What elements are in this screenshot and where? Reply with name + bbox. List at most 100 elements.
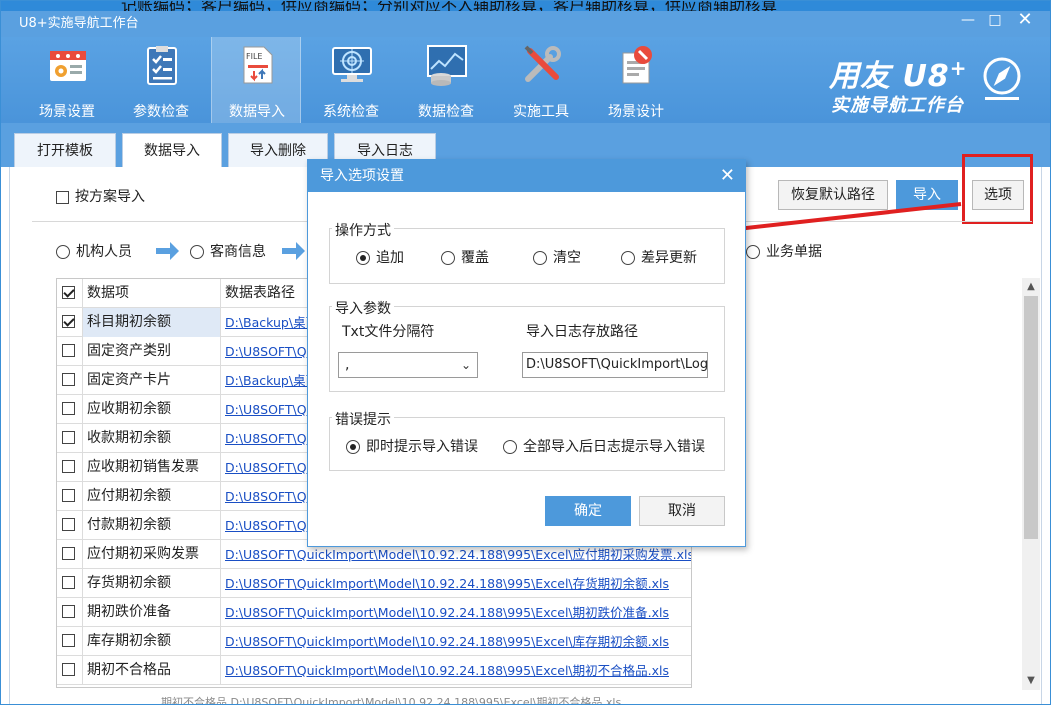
flow-step-business-documents[interactable]: 业务单据 [746, 241, 822, 261]
option-diff-update[interactable]: 差异更新 [621, 247, 697, 267]
cancel-button[interactable]: 取消 [639, 496, 725, 526]
radio-button[interactable] [356, 251, 370, 265]
header-checkbox-cell[interactable] [57, 279, 83, 308]
row-checkbox[interactable] [62, 460, 75, 473]
row-checkbox-cell[interactable] [57, 627, 83, 656]
option-log-error-after-import[interactable]: 全部导入后日志提示导入错误 [503, 436, 705, 456]
file-import-icon: FILE [243, 46, 273, 84]
scrollbar-thumb[interactable] [1024, 296, 1038, 539]
radio-button[interactable] [746, 245, 760, 259]
checkbox-box[interactable] [56, 190, 69, 204]
radio-button[interactable] [503, 440, 517, 454]
table-row[interactable]: 期初跌价准备 D:\U8SOFT\QuickImport\Model\10.92.… [57, 598, 691, 627]
toolbar-label: 场景设计 [608, 104, 664, 120]
restore-default-path-button[interactable]: 恢复默认路径 [778, 180, 888, 210]
ok-button[interactable]: 确定 [545, 496, 631, 526]
row-checkbox[interactable] [62, 576, 75, 589]
row-checkbox[interactable] [62, 344, 75, 357]
chevron-down-icon[interactable]: ⌄ [461, 353, 471, 377]
toolbar-data-check[interactable]: 数据检查 [401, 37, 491, 123]
data-item-name: 付款期初余额 [83, 511, 221, 540]
table-row[interactable]: 库存期初余额 D:\U8SOFT\QuickImport\Model\10.92.… [57, 627, 691, 656]
toolbar-scene-design[interactable]: 场景设计 [591, 37, 681, 123]
group-title: 错误提示 [332, 409, 394, 429]
row-checkbox-cell[interactable] [57, 656, 83, 685]
data-table-path-link[interactable]: D:\U8SOFT\QuickImport\Model\10.92.24.188… [221, 656, 691, 685]
row-checkbox-cell[interactable] [57, 482, 83, 511]
maximize-button[interactable]: □ [984, 9, 1006, 31]
toolbar-data-import[interactable]: FILE 数据导入 [211, 37, 301, 123]
radio-button[interactable] [621, 251, 635, 265]
design-tag-icon [622, 46, 652, 84]
compass-icon [983, 57, 1021, 100]
tab-data-import[interactable]: 数据导入 [122, 133, 222, 168]
row-checkbox-cell[interactable] [57, 540, 83, 569]
scroll-up-icon[interactable]: ▲ [1022, 278, 1040, 296]
scroll-down-icon[interactable]: ▼ [1022, 672, 1040, 690]
row-checkbox-cell[interactable] [57, 337, 83, 366]
svg-text:FILE: FILE [246, 52, 262, 61]
row-checkbox[interactable] [62, 547, 75, 560]
radio-button[interactable] [441, 251, 455, 265]
scene-settings-icon [50, 51, 86, 81]
row-checkbox[interactable] [62, 489, 75, 502]
data-item-name: 应收期初销售发票 [83, 453, 221, 482]
vertical-scrollbar[interactable]: ▲ ▼ [1022, 278, 1040, 690]
data-table-path-link[interactable]: D:\U8SOFT\QuickImport\Model\10.92.24.188… [221, 627, 691, 656]
option-label: 即时提示导入错误 [366, 439, 478, 455]
row-checkbox-cell[interactable] [57, 366, 83, 395]
row-checkbox-cell[interactable] [57, 395, 83, 424]
log-path-input[interactable]: D:\U8SOFT\QuickImport\Log [522, 352, 708, 378]
row-checkbox-cell[interactable] [57, 511, 83, 540]
data-table-path-link[interactable]: D:\U8SOFT\QuickImport\Model\10.92.24.188… [221, 569, 691, 598]
flow-step-customer-vendor[interactable]: 客商信息 [190, 241, 266, 261]
close-icon[interactable]: ✕ [720, 160, 735, 192]
option-clear[interactable]: 清空 [533, 247, 581, 267]
row-checkbox[interactable] [62, 402, 75, 415]
row-checkbox[interactable] [62, 663, 75, 676]
row-checkbox[interactable] [62, 518, 75, 531]
table-row[interactable]: 存货期初余额 D:\U8SOFT\QuickImport\Model\10.92.… [57, 569, 691, 598]
toolbar-scene-settings[interactable]: 场景设置 [22, 37, 112, 123]
row-checkbox[interactable] [62, 605, 75, 618]
row-checkbox[interactable] [62, 431, 75, 444]
brand-name: 用友 U8+ [829, 56, 968, 94]
option-instant-error[interactable]: 即时提示导入错误 [346, 436, 478, 456]
tab-open-template[interactable]: 打开模板 [14, 133, 116, 167]
row-checkbox-cell[interactable] [57, 598, 83, 627]
radio-button[interactable] [533, 251, 547, 265]
radio-button[interactable] [346, 440, 360, 454]
table-row[interactable]: 期初不合格品 D:\U8SOFT\QuickImport\Model\10.92.… [57, 656, 691, 685]
close-window-button[interactable]: ✕ [1014, 9, 1036, 31]
row-checkbox[interactable] [62, 315, 75, 328]
row-checkbox[interactable] [62, 634, 75, 647]
radio-button[interactable] [56, 245, 70, 259]
separator-select[interactable]: , ⌄ [338, 352, 478, 378]
row-checkbox-cell[interactable] [57, 424, 83, 453]
option-overwrite[interactable]: 覆盖 [441, 247, 489, 267]
data-table-path-link[interactable]: D:\U8SOFT\QuickImport\Model\10.92.24.188… [221, 598, 691, 627]
toolbar-system-check[interactable]: 系统检查 [306, 37, 396, 123]
import-options-dialog: 导入选项设置 ✕ 操作方式 追加 覆盖 清空 差异更新 导入参数 Txt文件分隔… [307, 159, 746, 547]
data-item-name: 库存期初余额 [83, 627, 221, 656]
minimize-button[interactable]: — [957, 9, 979, 31]
data-item-name: 应付期初采购发票 [83, 540, 221, 569]
option-label: 全部导入后日志提示导入错误 [523, 439, 705, 455]
tools-icon [524, 45, 561, 82]
toolbar-implement-tools[interactable]: 实施工具 [496, 37, 586, 123]
import-button[interactable]: 导入 [896, 180, 958, 210]
row-checkbox-cell[interactable] [57, 569, 83, 598]
select-all-checkbox[interactable] [62, 286, 75, 299]
radio-button[interactable] [190, 245, 204, 259]
import-by-scheme-checkbox[interactable]: 按方案导入 [56, 186, 145, 206]
row-checkbox-cell[interactable] [57, 308, 83, 337]
data-item-name: 期初不合格品 [83, 656, 221, 685]
flow-step-org-staff[interactable]: 机构人员 [56, 241, 132, 261]
checkbox-label: 按方案导入 [75, 189, 145, 205]
toolbar-label: 数据导入 [229, 104, 285, 120]
row-checkbox[interactable] [62, 373, 75, 386]
flow-step-label: 客商信息 [210, 244, 266, 260]
row-checkbox-cell[interactable] [57, 453, 83, 482]
option-append[interactable]: 追加 [356, 247, 404, 267]
toolbar-parameter-check[interactable]: 参数检查 [116, 37, 206, 123]
